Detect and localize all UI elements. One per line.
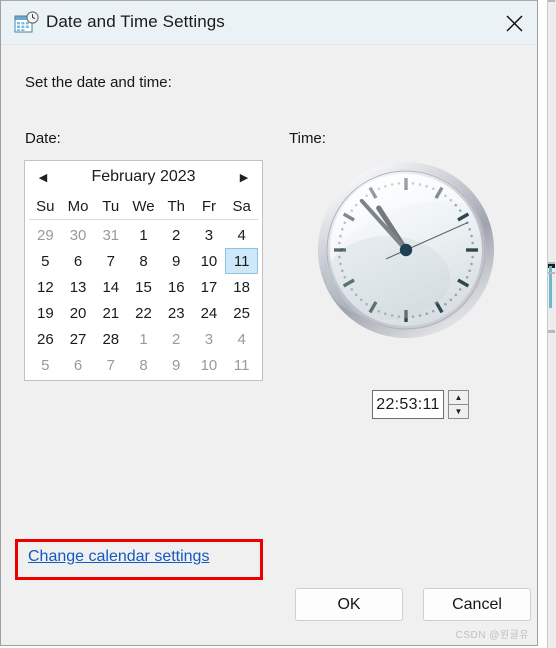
calendar-day[interactable]: 21 [94,300,127,326]
spinner-up-icon[interactable]: ▲ [449,391,468,405]
calendar-day[interactable]: 5 [29,248,62,274]
cancel-button[interactable]: Cancel [423,588,531,621]
calendar-day[interactable]: 2 [160,326,193,352]
calendar-day[interactable]: 13 [62,274,95,300]
calendar-day[interactable]: 10 [193,248,226,274]
titlebar: Date and Time Settings [1,0,537,45]
calendar-weekday-th: Th [167,197,185,215]
calendar-day[interactable]: 18 [225,274,258,300]
time-spinner[interactable]: ▲ ▼ [448,390,469,419]
calendar-weekday-we: We [132,197,155,215]
calendar-day[interactable]: 28 [94,326,127,352]
calendar-day[interactable]: 15 [127,274,160,300]
calendar-weekday-fr: Fr [201,197,216,215]
calendar-day[interactable]: 9 [160,352,193,378]
date-time-settings-dialog: Date and Time Settings Set the date and … [0,0,538,646]
clock-glass-shadow [326,236,450,320]
calendar-day-selected[interactable]: 11 [225,248,258,274]
calendar-day[interactable]: 10 [193,352,226,378]
calendar-weekday-mo: Mo [67,197,89,215]
time-input[interactable]: 22:53:11 [372,390,444,419]
calendar-day[interactable]: 3 [193,326,226,352]
calendar-header: ◀ February 2023 ▶ [25,161,262,193]
calendar-day[interactable]: 20 [62,300,95,326]
calendar-day[interactable]: 2 [160,222,193,248]
calendar-weekday-header: Su Mo Tu We Th Fr Sa [29,193,258,220]
calendar-clock-icon [14,11,40,35]
previous-month-icon[interactable]: ◀ [33,168,53,186]
calendar-day[interactable]: 19 [29,300,62,326]
close-button[interactable] [491,1,537,45]
calendar-day[interactable]: 8 [127,248,160,274]
calendar-day[interactable]: 9 [160,248,193,274]
time-section-label: Time: [289,130,326,147]
calendar-weekday-su: Su [36,197,55,215]
background-window-edge [547,0,556,648]
next-month-icon[interactable]: ▶ [234,168,254,186]
calendar-control[interactable]: ◀ February 2023 ▶ Su Mo Tu We Th Fr Sa 29 30 31 1… [24,160,263,381]
window-title: Date and Time Settings [46,12,225,31]
calendar-day[interactable]: 4 [225,222,258,248]
analog-clock [316,160,496,340]
calendar-day[interactable]: 17 [193,274,226,300]
bg-edge-segment [548,0,555,2]
calendar-day[interactable]: 3 [193,222,226,248]
calendar-day[interactable]: 31 [94,222,127,248]
calendar-day-grid[interactable]: 29 30 31 1 2 3 4 5 6 7 8 9 10 11 12 13 14 15 16 17 18 19 20 21 2… [29,222,258,378]
close-icon [505,14,523,32]
calendar-month-title[interactable]: February 2023 [91,168,195,186]
spinner-down-icon[interactable]: ▼ [449,405,468,418]
calendar-day[interactable]: 1 [127,326,160,352]
ok-button[interactable]: OK [295,588,403,621]
calendar-day[interactable]: 5 [29,352,62,378]
calendar-day[interactable]: 23 [160,300,193,326]
calendar-weekday-sa: Sa [232,197,251,215]
calendar-weekday-tu: Tu [102,197,120,215]
calendar-day[interactable]: 22 [127,300,160,326]
bg-edge-segment [548,272,555,274]
calendar-day[interactable]: 6 [62,352,95,378]
calendar-day[interactable]: 11 [225,352,258,378]
watermark: CSDN @원글유 [455,630,529,641]
calendar-day[interactable]: 7 [94,248,127,274]
calendar-day[interactable]: 27 [62,326,95,352]
calendar-day[interactable]: 25 [225,300,258,326]
calendar-day[interactable]: 12 [29,274,62,300]
calendar-day[interactable]: 4 [225,326,258,352]
calendar-day[interactable]: 29 [29,222,62,248]
calendar-day[interactable]: 1 [127,222,160,248]
calendar-day[interactable]: 14 [94,274,127,300]
instruction-label: Set the date and time: [25,74,172,91]
clock-center-cap [399,243,413,257]
calendar-day[interactable]: 8 [127,352,160,378]
change-calendar-settings-link[interactable]: Change calendar settings [28,548,209,566]
calendar-day[interactable]: 24 [193,300,226,326]
calendar-day[interactable]: 30 [62,222,95,248]
bg-edge-segment [548,330,555,333]
date-section-label: Date: [25,130,61,147]
calendar-day[interactable]: 7 [94,352,127,378]
calendar-day[interactable]: 6 [62,248,95,274]
calendar-day[interactable]: 16 [160,274,193,300]
calendar-day[interactable]: 26 [29,326,62,352]
